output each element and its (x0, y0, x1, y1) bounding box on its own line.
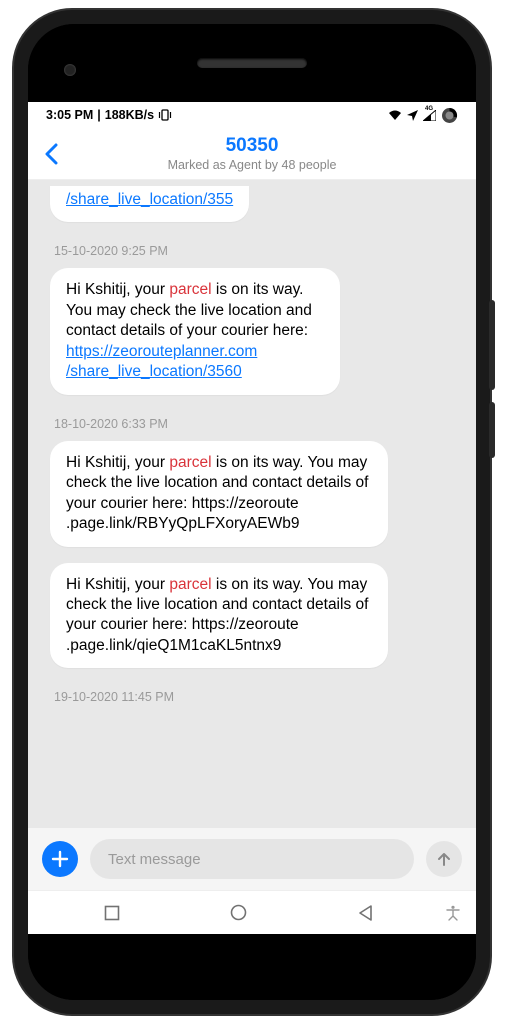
power-button (489, 402, 495, 458)
square-icon (104, 905, 120, 921)
message-input-bar: Text message (28, 828, 476, 890)
message-text: Hi Kshitij, your (66, 454, 169, 471)
nav-recents[interactable] (48, 905, 175, 921)
status-bar: 3:05 PM | 188KB/s 4G (28, 102, 476, 128)
message-bubble: /share_live_location/355 (50, 186, 249, 222)
battery-icon (441, 107, 458, 124)
status-time: 3:05 PM (46, 108, 93, 122)
nav-home[interactable] (175, 904, 302, 921)
front-camera (64, 64, 76, 76)
message-text: Hi Kshitij, your (66, 576, 169, 593)
send-button[interactable] (426, 841, 462, 877)
back-button[interactable] (28, 128, 74, 179)
status-right: 4G (388, 107, 458, 124)
bottom-bezel (28, 934, 476, 1000)
messages-list[interactable]: /share_live_location/355 15-10-2020 9:25… (28, 180, 476, 828)
location-icon (407, 110, 418, 121)
android-nav-bar (28, 890, 476, 934)
nav-accessibility[interactable] (430, 905, 476, 921)
message-timestamp: 19-10-2020 11:45 PM (54, 690, 174, 704)
phone-inner: 3:05 PM | 188KB/s 4G (28, 24, 476, 1000)
speaker-slot (197, 58, 307, 68)
message-timestamp: 15-10-2020 9:25 PM (54, 244, 168, 258)
wifi-icon (388, 110, 402, 121)
top-bezel (28, 24, 476, 102)
status-left: 3:05 PM | 188KB/s (46, 108, 172, 122)
plus-icon (51, 850, 69, 868)
arrow-up-icon (436, 851, 452, 867)
highlight-word: parcel (169, 281, 211, 298)
message-bubble: Hi Kshitij, your parcel is on its way. Y… (50, 441, 388, 547)
triangle-left-icon (358, 905, 374, 921)
screen: 3:05 PM | 188KB/s 4G (28, 102, 476, 934)
message-bubble: Hi Kshitij, your parcel is on its way. Y… (50, 268, 340, 394)
chat-header: 50350 Marked as Agent by 48 people (28, 128, 476, 180)
vibrate-icon (158, 109, 172, 121)
message-link[interactable]: /share_live_location/355 (66, 191, 233, 208)
status-net-speed: 188KB/s (105, 108, 154, 122)
message-input[interactable]: Text message (90, 839, 414, 879)
input-placeholder: Text message (108, 851, 201, 868)
status-divider: | (97, 108, 101, 122)
highlight-word: parcel (169, 454, 211, 471)
message-bubble: Hi Kshitij, your parcel is on its way. Y… (50, 563, 388, 669)
message-timestamp: 18-10-2020 6:33 PM (54, 417, 168, 431)
nav-back[interactable] (303, 905, 430, 921)
header-center: 50350 Marked as Agent by 48 people (74, 135, 476, 172)
message-link[interactable]: https://zeorouteplanner.com (66, 343, 257, 360)
message-link[interactable]: /share_live_location/3560 (66, 363, 242, 380)
accessibility-icon (446, 905, 460, 921)
contact-number[interactable]: 50350 (74, 135, 430, 157)
circle-icon (230, 904, 247, 921)
contact-subtitle: Marked as Agent by 48 people (74, 158, 430, 172)
highlight-word: parcel (169, 576, 211, 593)
network-type: 4G (425, 106, 433, 112)
message-text: Hi Kshitij, your (66, 281, 169, 298)
phone-frame: 3:05 PM | 188KB/s 4G (14, 10, 490, 1014)
signal-icon: 4G (423, 110, 436, 121)
chevron-left-icon (44, 143, 58, 165)
add-button[interactable] (42, 841, 78, 877)
volume-button (489, 300, 495, 390)
